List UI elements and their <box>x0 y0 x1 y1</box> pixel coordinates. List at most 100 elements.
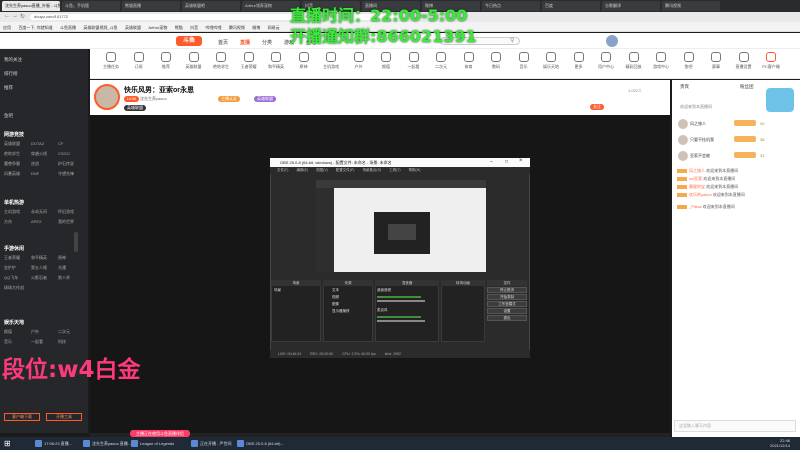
category-item[interactable]: 绝地求生 <box>208 52 234 70</box>
obs-menu-item[interactable]: 配置文件(P) <box>336 168 355 172</box>
taskbar-item[interactable]: 17:06:23 直播... <box>34 439 72 448</box>
category-item[interactable]: 户外 <box>346 52 372 70</box>
close-icon[interactable]: × <box>519 158 523 164</box>
category-item[interactable]: 赛事 <box>703 52 729 70</box>
chat-user[interactable]: w4亚索 <box>689 176 702 181</box>
sidebar-game-link[interactable]: 绝地求生 <box>4 151 20 157</box>
category-item[interactable]: 原神 <box>291 52 317 70</box>
sidebar-game-link[interactable]: 音乐 <box>4 339 12 345</box>
bookmark[interactable]: Arthur宠物 <box>148 25 167 31</box>
bookmark[interactable]: 熊猫 <box>175 25 183 31</box>
back-icon[interactable]: ← <box>4 13 10 19</box>
chat-user[interactable]: _Pillow <box>689 204 702 209</box>
browser-tab[interactable]: 英雄联盟吧 <box>182 1 240 11</box>
sidebar-game-link[interactable]: 球球大作战 <box>4 285 24 291</box>
sidebar-game-link[interactable]: 第五人格 <box>31 265 47 271</box>
sidebar-game-link[interactable]: 风暴英雄 <box>4 171 20 177</box>
bookmark[interactable]: 网易云 <box>268 25 280 31</box>
sidebar-game-link[interactable]: 户外 <box>31 329 39 335</box>
sidebar-game-link[interactable]: 颜值 <box>4 329 12 335</box>
bookmark[interactable]: 英雄联盟 <box>125 25 141 31</box>
nav-category[interactable]: 分类 <box>262 39 272 46</box>
category-item[interactable]: 主播任务 <box>98 52 124 70</box>
nav-home[interactable]: 首页 <box>218 39 228 46</box>
chat-user[interactable]: 晨星的宝 <box>689 184 705 189</box>
sidebar-game-link[interactable]: 光遇 <box>58 265 66 271</box>
category-item[interactable]: 订阅 <box>126 52 152 70</box>
sidebar-game-link[interactable]: 主机游戏 <box>4 209 20 215</box>
sidebar-collapse-handle[interactable] <box>74 232 78 252</box>
obs-menu-item[interactable]: 文件(F) <box>277 168 288 172</box>
sidebar-game-link[interactable]: 方舟 <box>4 219 12 225</box>
maximize-icon[interactable]: □ <box>505 159 508 165</box>
category-badge[interactable]: 英雄联盟 <box>254 96 276 102</box>
event-badge-icon[interactable] <box>766 88 794 112</box>
reload-icon[interactable]: ↻ <box>20 13 25 20</box>
sidebar-game-link[interactable]: 一起看 <box>31 339 43 345</box>
user-avatar[interactable] <box>606 35 618 47</box>
obs-menu-item[interactable]: 工具(T) <box>389 168 400 172</box>
sidebar-game-link[interactable]: 原神 <box>58 255 66 261</box>
sidebar-game-link[interactable]: 金铲铲 <box>4 265 16 271</box>
category-item[interactable]: 用户中心 <box>593 52 619 70</box>
nav-live[interactable]: 直播 <box>240 39 250 46</box>
sidebar-game-link[interactable]: 二次元 <box>58 329 70 335</box>
category-item[interactable]: 体育 <box>456 52 482 70</box>
sidebar-game-link[interactable]: DOTA2 <box>31 141 44 146</box>
volume-slider[interactable] <box>377 300 425 302</box>
bookmark[interactable]: 哔哩哔哩 <box>206 25 222 31</box>
category-item[interactable]: 游戏中心 <box>648 52 674 70</box>
taskbar-item[interactable]: 正在开播 - 严世间 <box>190 439 232 448</box>
category-item[interactable]: 鱼吧 <box>676 52 702 70</box>
category-item[interactable]: 娱乐天地 <box>538 52 564 70</box>
bookmark[interactable]: 斗鱼直播 <box>60 25 76 31</box>
minimize-icon[interactable]: – <box>490 159 493 165</box>
rank-row[interactable]: 只要不挂机我 38 <box>676 134 796 146</box>
gift-banner[interactable]: 主播正在使用斗鱼直播伴侣 <box>130 430 190 437</box>
sidebar-game-link[interactable]: APEX <box>31 219 42 224</box>
bookmark[interactable]: 抖音 <box>190 25 198 31</box>
sidebar-game-link[interactable]: 我的世界 <box>58 219 74 225</box>
category-item[interactable]: 英雄联盟 <box>181 52 207 70</box>
taskbar-item[interactable]: OBS 25.0.8 (64-bit)... <box>236 439 284 448</box>
taskbar-item[interactable]: League of Legends <box>130 439 174 448</box>
bookmark[interactable]: 腾讯视频 <box>229 25 245 31</box>
category-item[interactable]: PC客户端 <box>758 52 784 70</box>
sidebar-game-link[interactable]: CSGO <box>58 151 70 156</box>
forward-icon[interactable]: → <box>12 13 18 19</box>
tab-fans[interactable]: 粉丝团 <box>740 84 754 90</box>
sidebar-game-link[interactable]: 魔兽争霸 <box>4 161 20 167</box>
browser-tab[interactable]: 沈先生养yasuo直播_外服 - 斗鱼直播 <box>2 1 60 11</box>
search-icon[interactable]: ⚲ <box>510 37 514 44</box>
streamer-name[interactable]: 沈先生养yasuo <box>140 96 167 102</box>
rank-row[interactable]: 风之旅人 40 <box>676 118 796 130</box>
bookmark[interactable]: 应用 <box>3 25 11 31</box>
category-item[interactable]: 更多 <box>566 52 592 70</box>
category-item[interactable]: 音乐 <box>511 52 537 70</box>
exit-button[interactable]: 退出 <box>487 315 527 321</box>
site-logo[interactable]: 斗鱼 <box>176 36 202 46</box>
sidebar-game-link[interactable]: 守望先锋 <box>58 171 74 177</box>
volume-slider[interactable] <box>377 320 425 322</box>
bookmark[interactable]: 微博 <box>252 25 260 31</box>
sidebar-game-link[interactable]: CF <box>58 141 63 146</box>
sidebar-game-link[interactable]: 怀旧游戏 <box>58 209 74 215</box>
sidebar-game-link[interactable]: 炉石传说 <box>58 161 74 167</box>
sidebar-game-link[interactable]: DNF <box>31 171 39 176</box>
browser-tab[interactable]: 腾讯视频 <box>662 1 720 11</box>
studio-mode-button[interactable]: 工作室模式 <box>487 301 527 307</box>
sidebar-game-link[interactable]: 英雄联盟 <box>4 141 20 147</box>
sidebar-game-link[interactable]: 穿越火线 <box>31 151 47 157</box>
system-clock[interactable]: 22:46 2021/12/14 <box>770 438 790 448</box>
browser-tab[interactable]: 百度 <box>542 1 600 11</box>
browser-tab[interactable]: 今日热点 <box>482 1 540 11</box>
category-item[interactable]: 王者荣耀 <box>236 52 262 70</box>
sidebar-item-recommend[interactable]: 推荐 <box>4 85 13 91</box>
category-item[interactable]: 数码 <box>483 52 509 70</box>
chat-user[interactable]: 欢乐的yasuo <box>689 192 712 197</box>
client-download-button[interactable]: 客户端下载 <box>4 413 40 421</box>
category-item[interactable]: 二次元 <box>428 52 454 70</box>
obs-menu-item[interactable]: 帮助(H) <box>409 168 421 172</box>
category-item[interactable]: 和平精英 <box>263 52 289 70</box>
category-item[interactable]: 主机游戏 <box>318 52 344 70</box>
